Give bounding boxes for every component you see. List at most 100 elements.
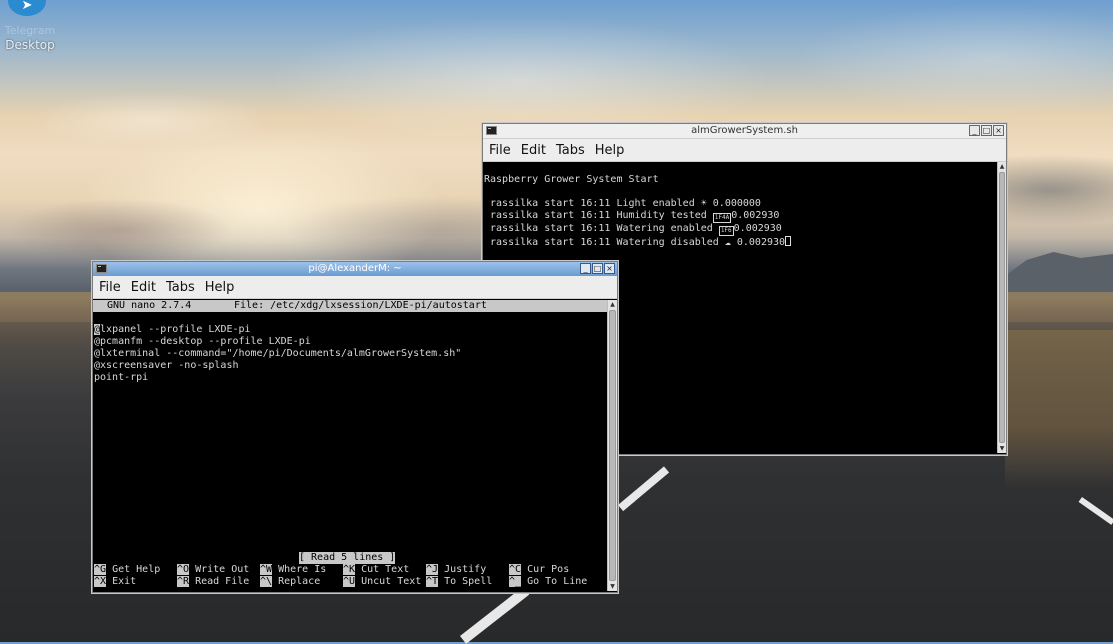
menu-help[interactable]: Help <box>205 280 235 295</box>
terminal-line: rassilka start 16:11 Light enabled ☀ 0.0… <box>484 198 761 209</box>
nano-version: GNU nano 2.7.4 <box>107 300 192 311</box>
scroll-up-icon[interactable]: ▲ <box>998 162 1006 171</box>
shortcut-label: To Spell <box>444 576 493 587</box>
shortcut-label: Exit <box>112 576 137 587</box>
shortcut-key: ^O <box>177 564 190 575</box>
terminal-line-text: rassilka start 16:11 Humidity tested <box>484 210 713 221</box>
shortcut-key: ^\ <box>260 576 273 587</box>
shortcut-uncut-text[interactable]: ^U Uncut Text <box>343 576 433 588</box>
scrollbar-thumb[interactable] <box>999 172 1005 443</box>
editor-line: @xscreensaver -no-splash <box>94 360 239 371</box>
editor-line: @lxterminal --command="/home/pi/Document… <box>94 348 462 359</box>
terminal-line: rassilka start 16:11 Watering enabled 1F… <box>484 223 998 236</box>
nano-editor[interactable]: GNU nano 2.7.4 File: /etc/xdg/lxsession/L… <box>93 300 607 591</box>
shortcut-label: Write Out <box>195 564 250 575</box>
terminal-line-text: rassilka start 16:11 Watering enabled <box>484 223 719 234</box>
telegram-icon: ➤ <box>8 0 46 16</box>
nano-buffer[interactable]: @lxpanel --profile LXDE-pi @pcmanfm --des… <box>94 324 461 384</box>
window-title: almGrowerSystem.sh <box>691 125 798 136</box>
shortcut-go-to-line[interactable]: ^_ Go To Line <box>509 576 599 588</box>
terminal-icon <box>96 264 107 273</box>
shortcut-get-help[interactable]: ^G Get Help <box>94 564 184 576</box>
editor-line-text: lxpanel --profile LXDE-pi <box>100 324 251 335</box>
shortcut-label: Uncut Text <box>361 576 422 587</box>
menubar: File Edit Tabs Help <box>93 276 617 299</box>
wallpaper-grass <box>1005 330 1113 490</box>
shortcut-label: Cut Text <box>361 564 410 575</box>
shortcut-key: ^R <box>177 576 190 587</box>
shortcut-exit[interactable]: ^X Exit <box>94 576 184 588</box>
menu-file[interactable]: File <box>99 280 121 295</box>
shortcut-key: ^X <box>94 576 107 587</box>
shortcut-label: Get Help <box>112 564 161 575</box>
shortcut-key: ^K <box>343 564 356 575</box>
minimize-button[interactable]: _ <box>580 263 591 274</box>
shortcut-justify[interactable]: ^J Justify <box>426 564 516 576</box>
terminal-line-text: rassilka start 16:11 Watering disabled ☁… <box>484 237 786 248</box>
shortcut-key: ^G <box>94 564 107 575</box>
maximize-button[interactable]: □ <box>592 263 603 274</box>
menu-help[interactable]: Help <box>595 143 625 158</box>
terminal-line: Raspberry Grower System Start <box>484 174 659 185</box>
watering-value: 0.002930 <box>733 223 782 234</box>
scrollbar[interactable]: ▲ ▼ <box>607 300 617 591</box>
menu-edit[interactable]: Edit <box>131 280 156 295</box>
shortcut-where-is[interactable]: ^W Where Is <box>260 564 350 576</box>
shortcut-key: ^J <box>426 564 439 575</box>
shortcut-cur-pos[interactable]: ^C Cur Pos <box>509 564 599 576</box>
menu-edit[interactable]: Edit <box>521 143 546 158</box>
shortcut-label: Read File <box>195 576 250 587</box>
shortcut-key: ^_ <box>509 576 522 587</box>
menu-tabs[interactable]: Tabs <box>166 280 195 295</box>
terminal-icon <box>486 126 497 135</box>
road-marking <box>1078 497 1113 525</box>
editor-line: @pcmanfm --desktop --profile LXDE-pi <box>94 336 311 347</box>
scroll-down-icon[interactable]: ▼ <box>608 582 617 591</box>
shortcut-write-out[interactable]: ^O Write Out <box>177 564 267 576</box>
shortcut-key: ^U <box>343 576 356 587</box>
unknown-glyph-icon: 1F6 <box>718 226 734 236</box>
maximize-button[interactable]: □ <box>981 125 992 136</box>
nano-status-message: [ Read 5 lines ] <box>299 552 396 564</box>
titlebar[interactable]: almGrowerSystem.sh _ □ × <box>483 124 1006 139</box>
shortcut-to-spell[interactable]: ^T To Spell <box>426 576 516 588</box>
humidity-value: 0.002930 <box>731 210 780 221</box>
titlebar[interactable]: pi@AlexanderM: ~ _ □ × <box>93 262 617 276</box>
shortcut-key: ^T <box>426 576 439 587</box>
nano-filename: File: /etc/xdg/lxsession/LXDE-pi/autosta… <box>234 300 487 311</box>
menubar: File Edit Tabs Help <box>483 139 1006 162</box>
road-marking <box>460 586 530 644</box>
scroll-up-icon[interactable]: ▲ <box>608 300 617 309</box>
editor-line: point-rpi <box>94 372 149 383</box>
scroll-down-icon[interactable]: ▼ <box>998 444 1006 453</box>
shortcut-key: ^C <box>509 564 522 575</box>
terminal-line: rassilka start 16:11 Watering disabled ☁… <box>484 236 998 249</box>
shortcut-replace[interactable]: ^\ Replace <box>260 576 350 588</box>
shortcut-label: Replace <box>278 576 321 587</box>
shortcut-label: Cur Pos <box>527 564 570 575</box>
minimize-button[interactable]: _ <box>969 125 980 136</box>
shortcut-key: ^W <box>260 564 273 575</box>
road-marking <box>618 466 670 512</box>
scrollbar-thumb[interactable] <box>609 310 616 581</box>
shortcut-label: Go To Line <box>527 576 588 587</box>
desktop-icon-faded-label: Telegram <box>4 24 56 37</box>
desktop-shortcut[interactable]: ➤ Telegram Desktop <box>0 0 70 60</box>
close-button[interactable]: × <box>604 263 615 274</box>
shortcut-cut-text[interactable]: ^K Cut Text <box>343 564 433 576</box>
scrollbar[interactable]: ▲ ▼ <box>997 162 1006 453</box>
terminal-cursor <box>785 236 792 246</box>
shortcut-label: Justify <box>444 564 487 575</box>
unknown-glyph-icon: 1F4A <box>712 213 732 223</box>
close-button[interactable]: × <box>993 125 1004 136</box>
desktop-icon-label: Desktop <box>5 38 55 52</box>
menu-tabs[interactable]: Tabs <box>556 143 585 158</box>
terminal-line: rassilka start 16:11 Humidity tested 1F4… <box>484 210 998 223</box>
shortcut-label: Where Is <box>278 564 327 575</box>
wallpaper-hills <box>1005 252 1113 292</box>
nano-terminal-window[interactable]: pi@AlexanderM: ~ _ □ × File Edit Tabs He… <box>92 261 618 593</box>
shortcut-read-file[interactable]: ^R Read File <box>177 576 267 588</box>
editor-line: @lxpanel --profile LXDE-pi <box>94 324 461 336</box>
menu-file[interactable]: File <box>489 143 511 158</box>
